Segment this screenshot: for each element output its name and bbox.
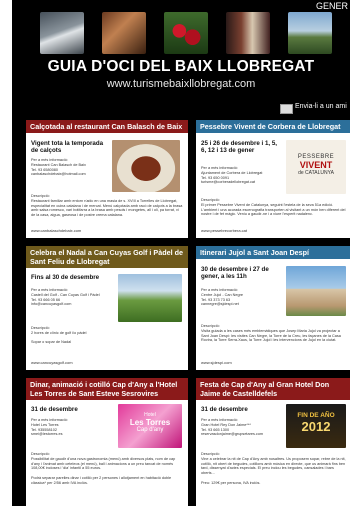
event-description: Descripció: Vine a celebrar la nit de Ca…: [201, 452, 346, 485]
event-card-itinerari-jujol: Itinerari Jujol a Sant Joan Despí 30 de …: [196, 246, 350, 370]
top-bar: GENER: [12, 0, 350, 12]
promo-line: FIN DE AÑO: [297, 412, 335, 419]
contact-info: Per a més informació: Restaurant Can Bal…: [31, 158, 86, 177]
event-description: Descripció: Visita guiada a les cases mé…: [201, 324, 341, 343]
event-date: Fins al 30 de desembre: [31, 274, 100, 281]
fin-de-ano-promo: FIN DE AÑO 2012: [286, 404, 346, 448]
event-date: Vigent tota la temporada de calçots: [31, 140, 104, 155]
site-url-link[interactable]: www.turismebaixllobregat.com: [12, 78, 350, 90]
page-title: GUIA D'OCI DEL BAIX LLOBREGAT: [47, 58, 315, 75]
logo-line: de CATALUNYA: [298, 170, 334, 176]
event-card-les-torres: Dinar, animació i cotilló Cap d'Any a l'…: [26, 378, 188, 506]
restaurant-photo: [102, 12, 146, 54]
card-heading[interactable]: Pessebre Vivent de Corbera de Llobregat: [196, 120, 350, 133]
event-link[interactable]: www.pessebrecorbera.cat: [201, 228, 247, 233]
event-date: 31 de desembre: [201, 406, 248, 413]
send-to-friend-label: Envia-li a un ami: [295, 103, 347, 110]
wine-photo: [226, 12, 270, 54]
pessebre-logo: PESSEBRE VIVENT de CATALUNYA: [286, 140, 346, 194]
card-heading[interactable]: Celebra el Nadal a Can Cuyas Golf i Pàde…: [26, 246, 188, 268]
event-date: 25 i 26 de desembre i 1, 5, 6, 12 i 13 d…: [201, 140, 278, 155]
header-thumbnails: [12, 12, 350, 54]
promo-line: Cap d'any: [136, 427, 164, 433]
send-to-friend-link[interactable]: Envia-li a un ami: [280, 103, 350, 115]
contact-info: Per a més informació: Hotel Les Torres T…: [31, 418, 68, 437]
contact-info: Per a més informació: Castell del Golf -…: [31, 288, 100, 307]
jujol-building-photo: [286, 266, 346, 316]
event-link[interactable]: www.canbalaschdebaix.com: [31, 228, 81, 233]
event-link[interactable]: www.cancuyasgolf.com: [31, 360, 73, 365]
event-description: Descripció: 2 hores de clínic de golf i/…: [31, 326, 87, 345]
contact-info: Per a més informació: Gran Hotel Rey Don…: [201, 418, 264, 437]
les-torres-promo: Hotel Les Torres Cap d'any: [118, 404, 182, 448]
event-description: Descripció: Possibilitat de gaudir d'una…: [31, 452, 176, 485]
event-link[interactable]: www.sjdespi.com: [201, 360, 232, 365]
event-date: 31 de desembre: [31, 406, 78, 413]
landscape-photo: [288, 12, 332, 54]
cherries-photo: [164, 12, 208, 54]
contact-info: Per a més informació: Ajuntament de Corb…: [201, 166, 263, 185]
card-heading[interactable]: Itinerari Jujol a Sant Joan Despí: [196, 246, 350, 259]
envelope-icon: [280, 104, 293, 114]
heron-photo: [40, 12, 84, 54]
event-card-can-cuyas: Celebra el Nadal a Can Cuyas Golf i Pàde…: [26, 246, 188, 370]
event-date: 30 de desembre i 27 de gener, a les 11h: [201, 266, 269, 281]
promo-line: Les Torres: [129, 418, 171, 427]
golf-course-photo: [118, 274, 182, 322]
newsletter-page: GENER GUIA D'OCI DEL BAIX LLOBREGAT www.…: [12, 0, 350, 506]
event-description: Descripció: El primer Pessebre Vivent de…: [201, 198, 346, 217]
event-card-don-jaime: Festa de Cap d'Any al Gran Hotel Don Jai…: [196, 378, 350, 506]
event-card-calcotada: Calçotada al restaurant Can Balasch de B…: [26, 120, 188, 238]
card-heading[interactable]: Festa de Cap d'Any al Gran Hotel Don Jai…: [196, 378, 350, 400]
event-description: Descripció: Restaurant familiar amb ento…: [31, 194, 183, 218]
contact-info: Per a més informació: Centre Jujol - Can…: [201, 288, 243, 307]
month-label: GENER: [315, 1, 348, 11]
card-heading[interactable]: Dinar, animació i cotilló Cap d'Any a l'…: [26, 378, 188, 400]
calcots-photo: [112, 140, 180, 192]
card-heading[interactable]: Calçotada al restaurant Can Balasch de B…: [26, 120, 188, 133]
event-card-pessebre: Pessebre Vivent de Corbera de Llobregat …: [196, 120, 350, 238]
logo-line: VIVENT: [299, 160, 333, 170]
promo-line: 2012: [301, 419, 331, 434]
